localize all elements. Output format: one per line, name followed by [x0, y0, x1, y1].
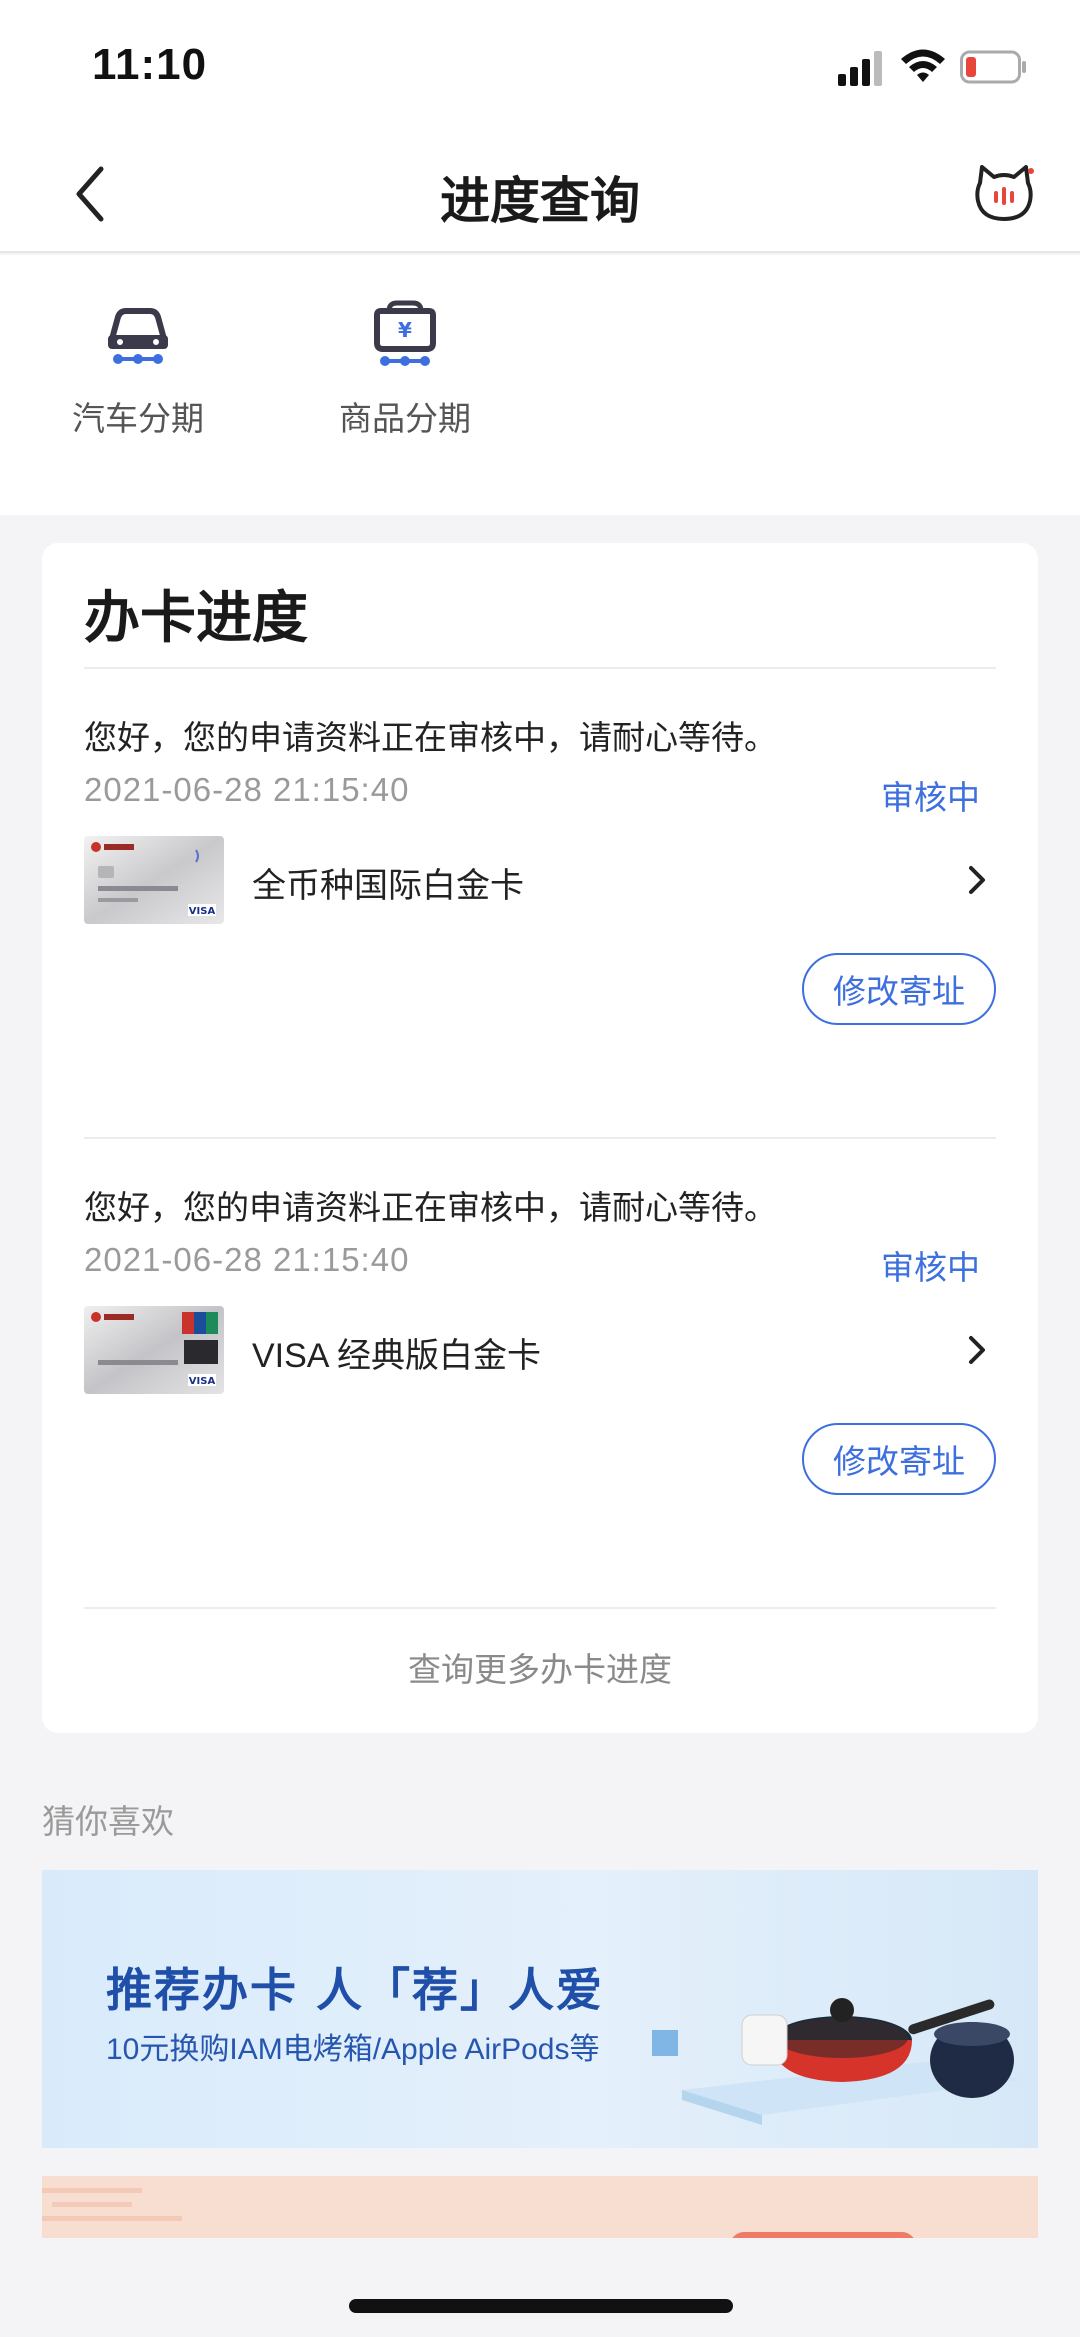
divider	[84, 667, 996, 669]
progress-time: 2021-06-28 21:15:40	[84, 771, 410, 808]
more-progress-link[interactable]: 查询更多办卡进度	[42, 1643, 1038, 1691]
divider	[84, 1607, 996, 1609]
banner-products-illustration	[652, 1998, 1022, 2125]
svg-text:¥: ¥	[398, 318, 412, 342]
svg-text:VISA: VISA	[189, 906, 216, 917]
recommend-banner[interactable]: 推荐办卡 人「荐」人爱 10元换购IAM电烤箱/Apple AirPods等	[42, 1870, 1038, 2148]
svg-text:VISA: VISA	[189, 1376, 216, 1387]
product-yen-icon: ¥	[374, 300, 436, 366]
home-indicator[interactable]	[349, 2299, 733, 2313]
progress-title: 办卡进度	[84, 586, 308, 649]
cellular-signal-icon	[838, 51, 882, 86]
product-installment-button[interactable]: ¥ 商品分期	[325, 295, 485, 440]
battery-low-icon	[960, 50, 1026, 84]
product-installment-label: 商品分期	[339, 400, 471, 437]
navigation-bar: 进度查询	[0, 135, 1080, 253]
decorative-lines	[42, 2188, 182, 2221]
promo-action-button[interactable]	[730, 2232, 916, 2238]
car-installment-button[interactable]: 汽车分期	[58, 295, 218, 440]
divider	[84, 1137, 996, 1139]
card-name: 全币种国际白金卡	[252, 867, 524, 905]
card-name: VISA 经典版白金卡	[252, 1337, 542, 1375]
recommend-section-title: 猜你喜欢	[42, 1803, 174, 1840]
progress-time: 2021-06-28 21:15:40	[84, 1241, 410, 1278]
change-address-button[interactable]: 修改寄址	[802, 953, 996, 1025]
status-badge: 审核中	[881, 779, 980, 816]
status-bar: 11:10	[0, 0, 1080, 135]
progress-message: 您好，您的申请资料正在审核中，请耐心等待。	[84, 719, 777, 756]
chevron-right-icon	[969, 1336, 985, 1364]
card-item-row[interactable]: VISA VISA 经典版白金卡	[84, 1306, 996, 1398]
banner-title: 推荐办卡 人「荐」人爱	[106, 1963, 605, 2017]
change-address-button[interactable]: 修改寄址	[802, 1423, 996, 1495]
status-time: 11:10	[92, 40, 208, 89]
chevron-right-icon	[969, 866, 985, 894]
card-item-row[interactable]: VISA 全币种国际白金卡	[84, 836, 996, 928]
application-progress-card: 办卡进度 您好，您的申请资料正在审核中，请耐心等待。 2021-06-28 21…	[42, 543, 1038, 1733]
wifi-icon	[901, 49, 945, 82]
status-badge: 审核中	[881, 1249, 980, 1286]
page-title: 进度查询	[440, 173, 640, 229]
progress-entry: 您好，您的申请资料正在审核中，请耐心等待。 2021-06-28 21:15:4…	[84, 1181, 996, 1651]
car-icon	[108, 308, 168, 364]
assistant-cat-icon[interactable]	[972, 161, 1036, 225]
progress-message: 您好，您的申请资料正在审核中，请耐心等待。	[84, 1189, 777, 1226]
quick-actions: 汽车分期 ¥ 商品分期	[0, 255, 1080, 515]
car-installment-label: 汽车分期	[72, 400, 204, 437]
card-image-visa-classic: VISA	[84, 1306, 224, 1394]
progress-entry: 您好，您的申请资料正在审核中，请耐心等待。 2021-06-28 21:15:4…	[84, 711, 996, 1181]
card-image-platinum: VISA	[84, 836, 224, 924]
banner-subtitle: 10元换购IAM电烤箱/Apple AirPods等	[106, 2033, 600, 2066]
promo-banner-secondary[interactable]	[42, 2176, 1038, 2238]
